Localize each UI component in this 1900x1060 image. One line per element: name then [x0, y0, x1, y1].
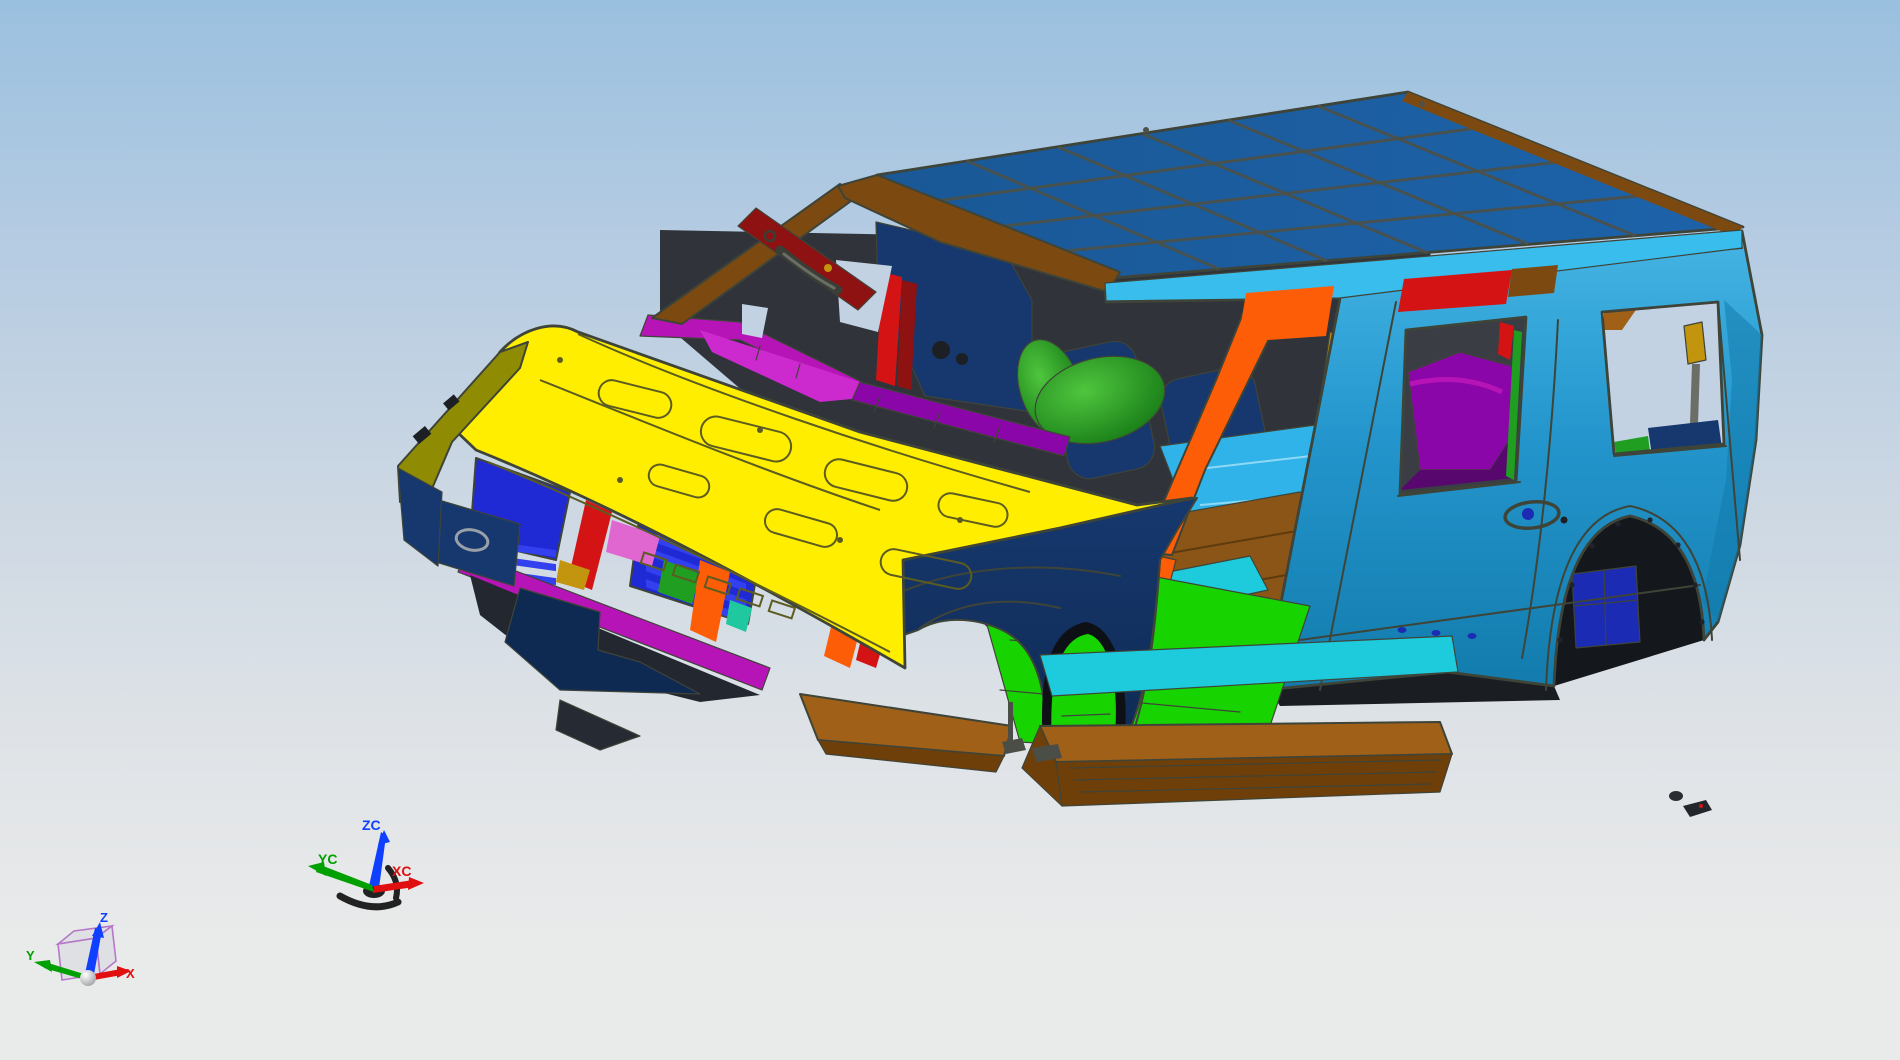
roof-hole [1143, 127, 1149, 133]
loose-plate-dot [1699, 804, 1703, 808]
trim-bolt-gold [824, 264, 832, 272]
absolute-csys-triad: Z Y X [26, 910, 135, 986]
wcs-z-label: ZC [362, 817, 381, 833]
wcs-rotate-handle[interactable] [336, 892, 402, 911]
wcs-y-label: YC [318, 851, 337, 867]
car-body-model[interactable] [397, 90, 1764, 817]
model-canvas[interactable]: ZC YC XC Z Y X [0, 0, 1900, 1060]
abs-origin-sphere [80, 970, 96, 986]
abs-x-label: X [126, 966, 135, 981]
rail-patch-brown[interactable] [1508, 265, 1558, 297]
running-board-side [1055, 753, 1453, 807]
bracket-stem [1008, 702, 1013, 744]
roof-hole [1419, 101, 1425, 107]
quarter-trim-purple [1407, 351, 1517, 471]
abs-z-label: Z [100, 910, 108, 925]
abs-y-label: Y [26, 948, 35, 963]
wcs-triad[interactable]: ZC YC XC [308, 817, 424, 911]
abs-y-cone [34, 960, 52, 972]
bumper-under-piece [555, 699, 641, 751]
cad-viewport[interactable]: ZC YC XC Z Y X [0, 0, 1900, 1060]
loose-plate [1683, 800, 1712, 817]
rail-patch-orange[interactable] [1238, 286, 1334, 342]
wcs-x-label: XC [392, 863, 411, 879]
quarter-bracket-gold [1683, 321, 1707, 365]
loose-nut [1669, 791, 1683, 801]
speaker-hole [932, 341, 950, 359]
door-handle-latch [1522, 508, 1534, 520]
loose-parts[interactable] [1669, 791, 1712, 817]
door-lock-hole [1560, 516, 1568, 524]
speaker-hole [956, 353, 968, 365]
